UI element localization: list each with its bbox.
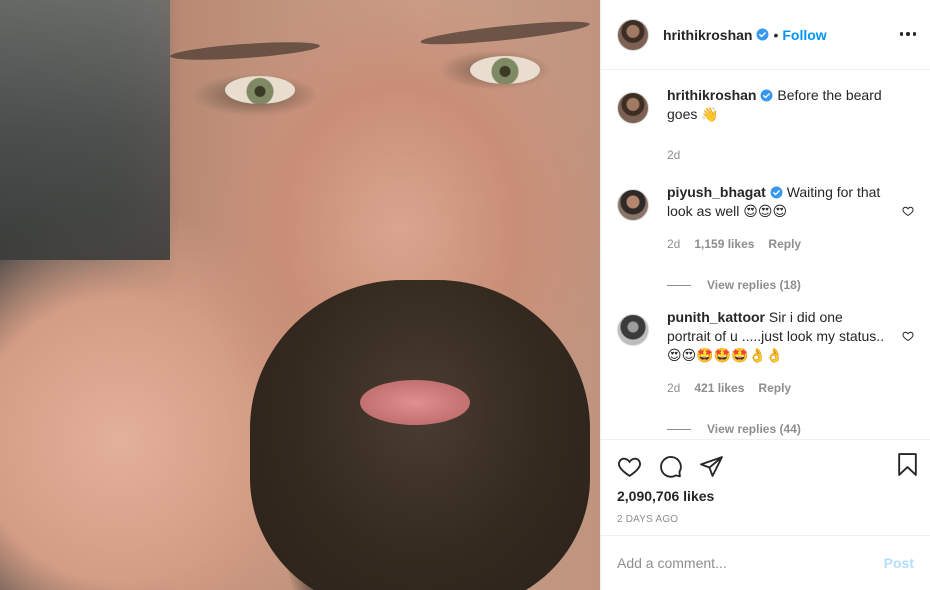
- reply-button[interactable]: Reply: [768, 235, 801, 254]
- separator-dot: •: [773, 26, 779, 43]
- caption: hrithikroshan Before the beard goes 👋 2d: [617, 86, 914, 165]
- post-header: hrithikroshan • Follow: [601, 0, 930, 70]
- post-side-panel: hrithikroshan • Follow hrithikroshan Bef…: [600, 0, 930, 590]
- view-replies-label: View replies (18): [707, 278, 801, 292]
- verified-badge-icon: [770, 186, 783, 199]
- view-replies-button[interactable]: View replies (18): [667, 278, 914, 292]
- author-avatar[interactable]: [617, 18, 649, 51]
- view-replies-line: [667, 428, 691, 430]
- more-options-icon[interactable]: [898, 24, 918, 44]
- post-photo[interactable]: [0, 0, 600, 590]
- save-bookmark-icon[interactable]: [895, 452, 920, 477]
- commenter-username[interactable]: piyush_bhagat: [667, 184, 766, 200]
- caption-time[interactable]: 2d: [667, 146, 680, 165]
- comment-bubble-icon[interactable]: [658, 454, 683, 479]
- view-replies-line: [667, 284, 691, 286]
- view-replies-label: View replies (44): [707, 422, 801, 436]
- comment-likes[interactable]: 1,159 likes: [694, 235, 754, 254]
- comment-time[interactable]: 2d: [667, 235, 680, 254]
- photo-eye-right: [470, 56, 540, 84]
- follow-button[interactable]: Follow: [782, 27, 826, 43]
- comments-list[interactable]: hrithikroshan Before the beard goes 👋 2d…: [601, 70, 930, 439]
- commenter-avatar[interactable]: [617, 314, 649, 346]
- reply-button[interactable]: Reply: [758, 379, 791, 398]
- caption-username[interactable]: hrithikroshan: [667, 87, 756, 103]
- post-likes-count[interactable]: 2,090,706 likes: [617, 488, 914, 504]
- comment-like-heart-icon[interactable]: [902, 205, 914, 217]
- comment-item: piyush_bhagat Waiting for that look as w…: [617, 183, 914, 254]
- author-username[interactable]: hrithikroshan: [663, 27, 752, 43]
- photo-background: [0, 0, 170, 260]
- post-comment-button[interactable]: Post: [884, 555, 914, 571]
- photo-brow-right: [419, 17, 591, 49]
- share-paper-plane-icon[interactable]: [699, 454, 724, 479]
- photo-lips: [360, 380, 470, 425]
- photo-eye-left: [225, 76, 295, 104]
- like-heart-icon[interactable]: [617, 454, 642, 479]
- verified-badge-icon: [761, 89, 773, 102]
- photo-beard: [250, 280, 590, 590]
- add-comment-input[interactable]: [617, 555, 884, 571]
- post-actions: 2,090,706 likes 2 DAYS AGO: [601, 439, 930, 535]
- comment-item: punith_kattoor Sir i did one portrait of…: [617, 308, 914, 398]
- add-comment-bar: Post: [601, 535, 930, 590]
- photo-brow-left: [169, 38, 321, 64]
- view-replies-button[interactable]: View replies (44): [667, 422, 914, 436]
- instagram-post: hrithikroshan • Follow hrithikroshan Bef…: [0, 0, 930, 590]
- post-timestamp[interactable]: 2 DAYS AGO: [617, 514, 914, 525]
- caption-avatar[interactable]: [617, 92, 649, 124]
- comment-likes[interactable]: 421 likes: [694, 379, 744, 398]
- commenter-avatar[interactable]: [617, 189, 649, 221]
- comment-time[interactable]: 2d: [667, 379, 680, 398]
- comment-like-heart-icon[interactable]: [902, 330, 914, 342]
- commenter-username[interactable]: punith_kattoor: [667, 309, 765, 325]
- verified-badge-icon: [757, 28, 769, 41]
